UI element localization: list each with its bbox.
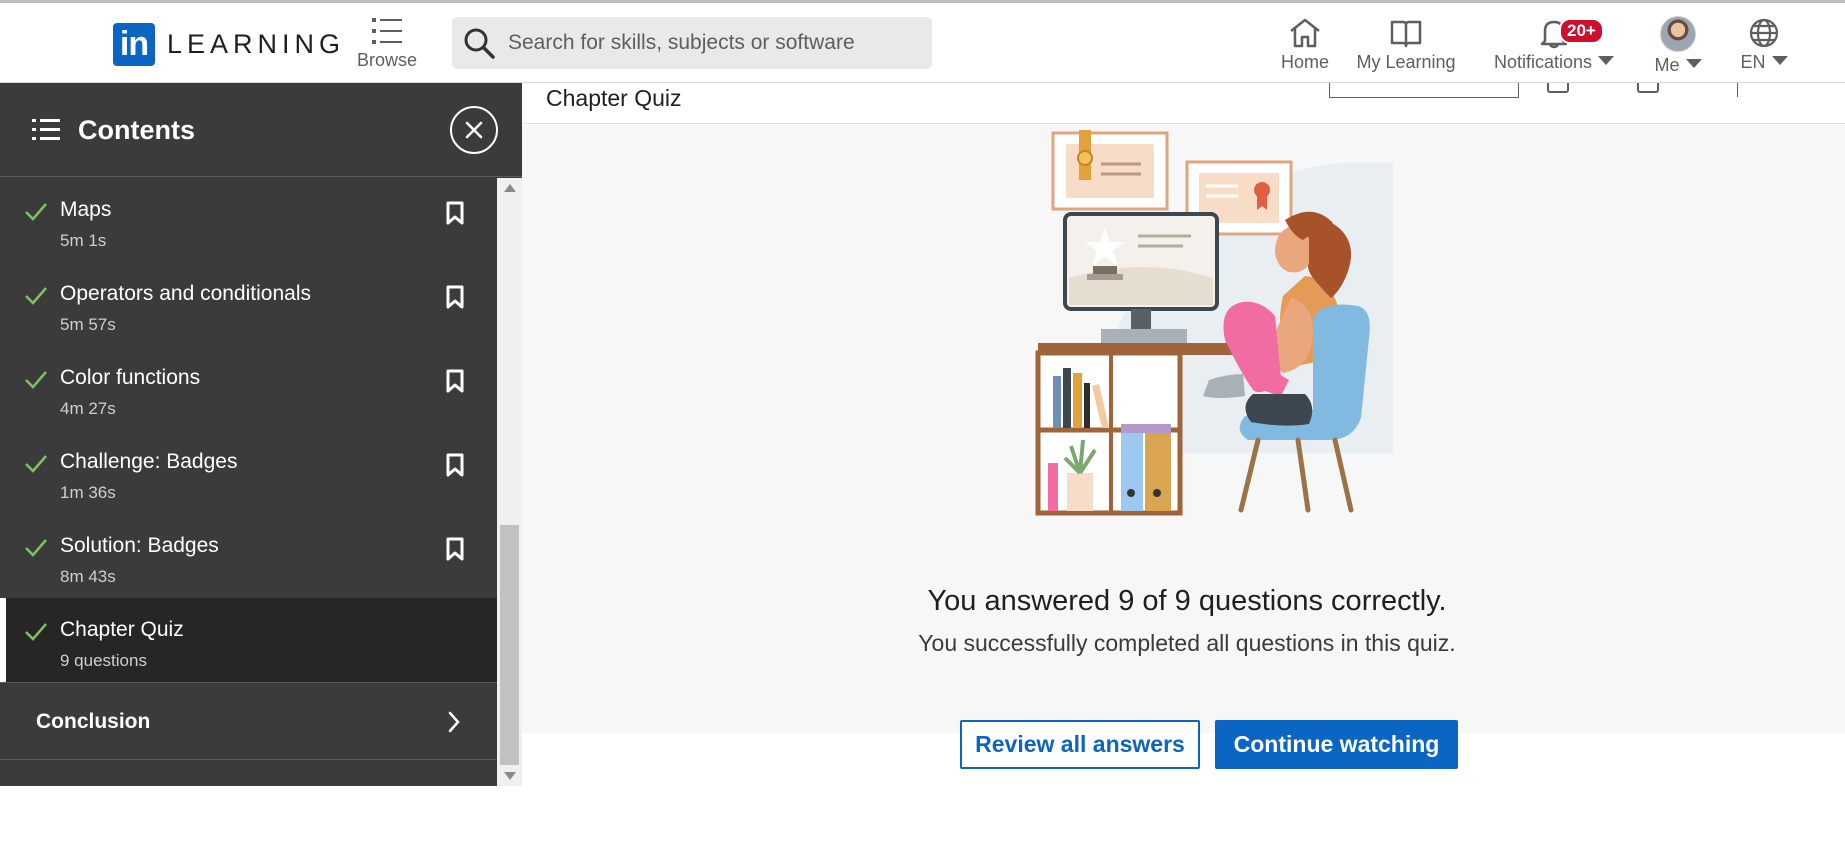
search-input[interactable] — [508, 31, 908, 55]
toolbar-divider — [1737, 83, 1738, 97]
sidebar-scrollbar[interactable] — [497, 178, 522, 786]
quiz-result-subtitle: You successfully completed all questions… — [918, 630, 1456, 656]
item-title: Solution: Badges — [60, 534, 219, 557]
nav-notifications[interactable]: 20+ Notifications — [1490, 13, 1618, 79]
browse-label: Browse — [356, 50, 418, 70]
bookmark-icon[interactable] — [446, 369, 464, 393]
grid-list-icon — [372, 18, 402, 44]
clipped-toolbar-button[interactable] — [1329, 83, 1519, 98]
nav-me-text: Me — [1654, 55, 1680, 75]
list-item[interactable]: Maps 5m 1s — [0, 178, 497, 262]
nav-notifications-label: Notifications — [1490, 52, 1618, 73]
check-icon — [25, 539, 47, 557]
nav-home[interactable]: Home — [1270, 13, 1340, 79]
bookmark-icon[interactable] — [446, 285, 464, 309]
continue-watching-button[interactable]: Continue watching — [1215, 720, 1458, 769]
linkedin-learning-logo[interactable]: in LEARNING — [113, 22, 345, 67]
chevron-down-icon — [1598, 56, 1615, 65]
chevron-down-icon — [1685, 59, 1702, 68]
list-item[interactable]: Solution: Badges 8m 43s — [0, 514, 497, 598]
list-item[interactable]: Challenge: Badges 1m 36s — [0, 430, 497, 514]
item-question-count: 9 questions — [60, 651, 147, 670]
linkedin-in-mark: in — [113, 23, 155, 66]
scroll-up-arrow-icon[interactable] — [504, 184, 516, 192]
list-item[interactable]: Color functions 4m 27s — [0, 346, 497, 430]
globe-icon — [1749, 18, 1779, 48]
book-icon — [1390, 20, 1422, 48]
learning-wordmark: LEARNING — [167, 29, 346, 59]
clipped-toolbar-icon[interactable] — [1637, 83, 1659, 93]
item-duration: 1m 36s — [60, 483, 116, 502]
nav-my-learning[interactable]: My Learning — [1354, 13, 1458, 79]
check-icon — [25, 371, 47, 389]
item-title: Maps — [60, 198, 112, 221]
browse-button[interactable]: Browse — [355, 13, 419, 77]
item-title: Operators and conditionals — [60, 282, 311, 305]
bookmark-icon[interactable] — [446, 201, 464, 225]
chevron-right-icon — [448, 711, 460, 733]
list-icon — [32, 119, 60, 140]
close-sidebar-button[interactable] — [450, 106, 498, 154]
list-item-active[interactable]: Chapter Quiz 9 questions — [0, 598, 497, 682]
check-icon — [25, 623, 47, 641]
bookmark-icon[interactable] — [446, 453, 464, 477]
item-title: Challenge: Badges — [60, 450, 238, 473]
check-icon — [25, 287, 47, 305]
avatar — [1660, 16, 1696, 52]
nav-language-text: EN — [1740, 52, 1766, 72]
nav-language[interactable]: EN — [1736, 13, 1792, 79]
check-icon — [25, 455, 47, 473]
sidebar-title: Contents — [78, 115, 195, 145]
scrollbar-thumb[interactable] — [500, 525, 519, 765]
content-title-bar: Chapter Quiz — [522, 83, 1845, 124]
bookmark-icon[interactable] — [446, 537, 464, 561]
top-nav-bar: in LEARNING Browse Home My Learning — [0, 3, 1845, 83]
item-duration: 8m 43s — [60, 567, 116, 586]
nav-notifications-text: Notifications — [1493, 52, 1593, 72]
clipped-toolbar-icon[interactable] — [1547, 83, 1569, 93]
nav-language-label: EN — [1736, 52, 1792, 73]
search-bar[interactable] — [452, 17, 932, 69]
contents-list: Maps 5m 1s Operators and conditionals 5m… — [0, 178, 497, 786]
scroll-down-arrow-icon[interactable] — [504, 772, 516, 780]
close-icon — [465, 121, 483, 139]
item-duration: 4m 27s — [60, 399, 116, 418]
item-duration: 5m 57s — [60, 315, 116, 334]
quiz-complete-illustration — [1035, 130, 1393, 516]
nav-me[interactable]: Me — [1648, 13, 1708, 79]
chevron-down-icon — [1771, 56, 1788, 65]
nav-home-label: Home — [1280, 52, 1329, 72]
section-title: Conclusion — [36, 710, 151, 733]
item-title: Chapter Quiz — [60, 618, 184, 641]
section-conclusion[interactable]: Conclusion — [0, 682, 497, 760]
item-title: Color functions — [60, 366, 201, 389]
check-icon — [25, 203, 47, 221]
sidebar-header: Contents — [0, 83, 522, 177]
nav-me-label: Me — [1648, 55, 1708, 76]
item-duration: 5m 1s — [60, 231, 107, 250]
page-title: Chapter Quiz — [546, 85, 682, 111]
contents-sidebar: Contents Maps 5m 1s Operators and condit… — [0, 83, 522, 786]
list-item[interactable]: Operators and conditionals 5m 57s — [0, 262, 497, 346]
search-icon — [464, 28, 495, 59]
home-icon — [1290, 18, 1320, 48]
notifications-count-badge: 20+ — [1559, 18, 1604, 44]
nav-my-learning-label: My Learning — [1356, 52, 1456, 72]
quiz-result-title: You answered 9 of 9 questions correctly. — [927, 585, 1447, 617]
review-all-answers-button[interactable]: Review all answers — [960, 720, 1200, 769]
